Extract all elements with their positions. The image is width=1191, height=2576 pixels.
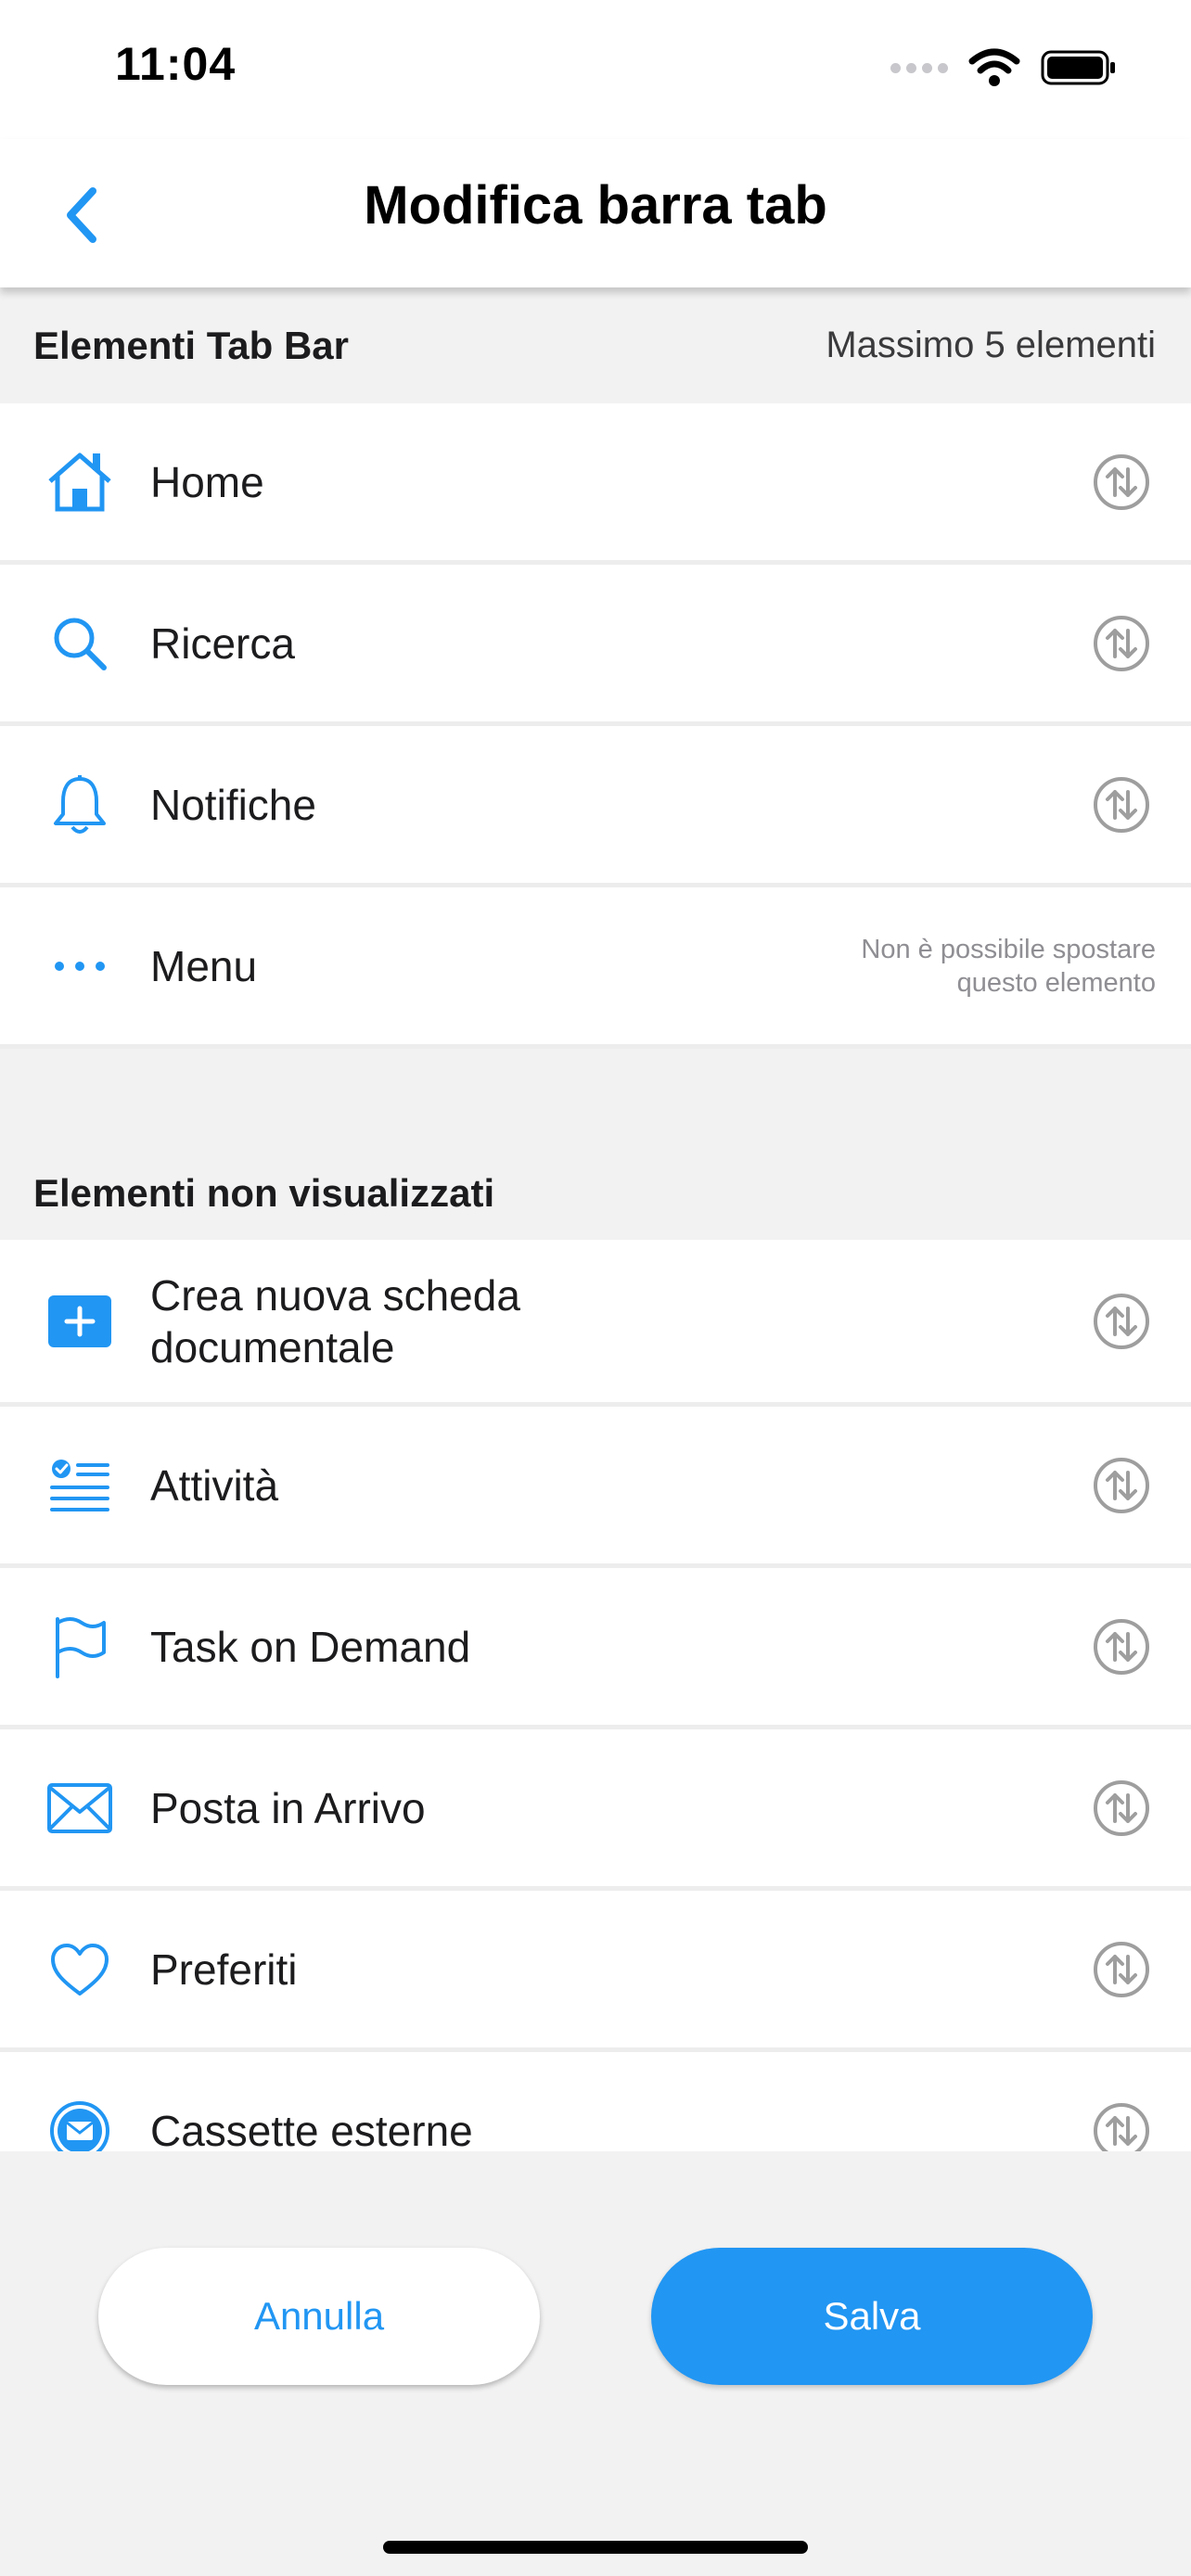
list-item-label: Ricerca bbox=[150, 618, 295, 668]
mail-circle-icon bbox=[41, 2092, 119, 2151]
home-icon bbox=[41, 443, 119, 521]
mail-icon bbox=[41, 1769, 119, 1847]
navigation-bar: Modifica barra tab bbox=[0, 139, 1191, 287]
reorder-icon[interactable] bbox=[1091, 1616, 1152, 1677]
list-item-task-on-demand[interactable]: Task on Demand bbox=[0, 1568, 1191, 1729]
reorder-icon[interactable] bbox=[1091, 1778, 1152, 1839]
list-item-label: Menu bbox=[150, 941, 258, 990]
list-item-label: Task on Demand bbox=[150, 1622, 471, 1671]
list-item-menu[interactable]: Menu Non è possibile spostare questo ele… bbox=[0, 887, 1191, 1049]
battery-icon bbox=[1041, 50, 1115, 85]
section-title: Elementi Tab Bar bbox=[33, 323, 349, 367]
cancel-button[interactable]: Annulla bbox=[98, 2248, 540, 2385]
list-item-label: Home bbox=[150, 457, 264, 506]
bell-icon bbox=[41, 766, 119, 844]
reorder-icon[interactable] bbox=[1091, 1455, 1152, 1516]
status-indicators bbox=[890, 45, 1117, 91]
heart-icon bbox=[41, 1931, 119, 2009]
list-item-label: Preferiti bbox=[150, 1945, 298, 1994]
list-item-home[interactable]: Home bbox=[0, 403, 1191, 565]
status-bar: 11:04 bbox=[0, 0, 1191, 139]
reorder-icon[interactable] bbox=[1091, 452, 1152, 513]
list-item-preferiti[interactable]: Preferiti bbox=[0, 1891, 1191, 2052]
section-note: Massimo 5 elementi bbox=[826, 325, 1156, 365]
flag-icon bbox=[41, 1608, 119, 1686]
section-header-visible: Elementi Tab Bar Massimo 5 elementi bbox=[0, 287, 1191, 403]
home-indicator[interactable] bbox=[383, 2541, 808, 2554]
list-item-label: Attività bbox=[150, 1460, 279, 1510]
section-title: Elementi non visualizzati bbox=[33, 1171, 495, 1215]
search-icon bbox=[41, 605, 119, 682]
section-header-hidden: Elementi non visualizzati bbox=[0, 1049, 1191, 1240]
list-item-ricerca[interactable]: Ricerca bbox=[0, 565, 1191, 726]
reorder-icon[interactable] bbox=[1091, 1939, 1152, 2000]
reorder-icon[interactable] bbox=[1091, 774, 1152, 835]
list-item-posta-in-arrivo[interactable]: Posta in Arrivo bbox=[0, 1729, 1191, 1891]
list-item-crea-scheda[interactable]: Crea nuova scheda documentale bbox=[0, 1240, 1191, 1407]
cellular-signal-icon bbox=[890, 62, 948, 73]
task-list-icon bbox=[41, 1447, 119, 1524]
list-item-attivita[interactable]: Attività bbox=[0, 1407, 1191, 1568]
save-button[interactable]: Salva bbox=[651, 2248, 1093, 2385]
list-item-label: Crea nuova scheda documentale bbox=[150, 1270, 520, 1371]
reorder-icon[interactable] bbox=[1091, 613, 1152, 674]
list-item-label: Cassette esterne bbox=[150, 2106, 473, 2152]
list-item-notifiche[interactable]: Notifiche bbox=[0, 726, 1191, 887]
locked-note-line: questo elemento bbox=[956, 967, 1156, 998]
list-item-label: Posta in Arrivo bbox=[150, 1783, 426, 1832]
list-item-cassette-esterne[interactable]: Cassette esterne bbox=[0, 2052, 1191, 2151]
reorder-icon[interactable] bbox=[1091, 2100, 1152, 2151]
more-dots-icon bbox=[41, 927, 119, 1005]
locked-note: Non è possibile spostare questo elemento bbox=[861, 933, 1156, 1000]
add-box-icon bbox=[41, 1282, 119, 1360]
status-time: 11:04 bbox=[115, 38, 237, 90]
tab-items-list[interactable]: Elementi Tab Bar Massimo 5 elementi Home bbox=[0, 287, 1191, 2151]
reorder-icon[interactable] bbox=[1091, 1291, 1152, 1352]
bottom-actions: Annulla Salva bbox=[0, 2151, 1191, 2576]
wifi-icon bbox=[968, 48, 1020, 86]
list-item-label: Notifiche bbox=[150, 780, 316, 829]
locked-note-line: Non è possibile spostare bbox=[861, 934, 1156, 964]
page-title: Modifica barra tab bbox=[364, 175, 827, 236]
